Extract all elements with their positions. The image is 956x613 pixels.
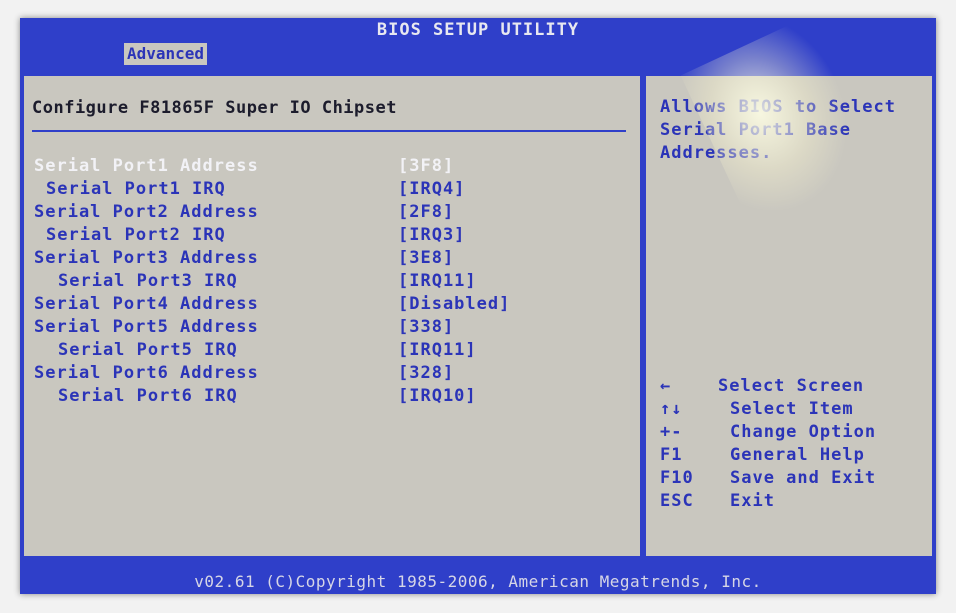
setting-label: Serial Port2 Address bbox=[34, 202, 259, 222]
settings-panel: Configure F81865F Super IO Chipset Seria… bbox=[24, 76, 640, 556]
plus-minus-key-icon: +- bbox=[660, 422, 683, 442]
setting-row-serial-port4-address[interactable]: Serial Port4 Address [Disabled] bbox=[24, 294, 640, 317]
setting-value[interactable]: [IRQ11] bbox=[398, 271, 477, 291]
key-description: Select Screen bbox=[718, 376, 865, 396]
up-down-arrow-key-icon: ↑↓ bbox=[660, 399, 683, 419]
setting-value[interactable]: [3F8] bbox=[398, 156, 454, 176]
setting-value[interactable]: [3E8] bbox=[398, 248, 454, 268]
setting-label: Serial Port4 Address bbox=[34, 294, 259, 314]
setting-value[interactable]: [IRQ3] bbox=[398, 225, 465, 245]
left-arrow-key-icon: ← bbox=[660, 376, 672, 396]
help-text: Allows BIOS to Select Serial Port1 Base … bbox=[660, 97, 896, 163]
setting-value[interactable]: [338] bbox=[398, 317, 454, 337]
setting-value[interactable]: [328] bbox=[398, 363, 454, 383]
setting-row-serial-port3-address[interactable]: Serial Port3 Address [3E8] bbox=[24, 248, 640, 271]
setting-label: Serial Port2 IRQ bbox=[46, 225, 226, 245]
setting-value[interactable]: [Disabled] bbox=[398, 294, 510, 314]
setting-label: Serial Port1 Address bbox=[34, 156, 259, 176]
setting-label: Serial Port1 IRQ bbox=[46, 179, 226, 199]
key-description: Exit bbox=[730, 491, 775, 511]
key-description: Change Option bbox=[730, 422, 877, 442]
setting-label: Serial Port3 Address bbox=[34, 248, 259, 268]
key-description: Save and Exit bbox=[730, 468, 877, 488]
setting-row-serial-port2-address[interactable]: Serial Port2 Address [2F8] bbox=[24, 202, 640, 225]
title-bar: BIOS SETUP UTILITY bbox=[20, 18, 936, 42]
key-legend-row: ESC Exit bbox=[660, 491, 930, 514]
f1-key-label: F1 bbox=[660, 445, 683, 465]
key-description: Select Item bbox=[730, 399, 854, 419]
setting-label: Serial Port5 Address bbox=[34, 317, 259, 337]
setting-value[interactable]: [IRQ10] bbox=[398, 386, 477, 406]
key-legend-row: ↑↓ Select Item bbox=[660, 399, 930, 422]
setting-value[interactable]: [IRQ4] bbox=[398, 179, 465, 199]
esc-key-label: ESC bbox=[660, 491, 694, 511]
key-legend-row: +- Change Option bbox=[660, 422, 930, 445]
tab-strip: Advanced bbox=[20, 42, 936, 66]
bios-screen: BIOS SETUP UTILITY Advanced Configure F8… bbox=[20, 18, 936, 594]
key-legend-row: F1 General Help bbox=[660, 445, 930, 468]
copyright-footer: v02.61 (C)Copyright 1985-2006, American … bbox=[20, 570, 936, 594]
setting-row-serial-port6-address[interactable]: Serial Port6 Address [328] bbox=[24, 363, 640, 386]
setting-row-serial-port3-irq[interactable]: Serial Port3 IRQ [IRQ11] bbox=[24, 271, 640, 294]
setting-label: Serial Port6 IRQ bbox=[58, 386, 238, 406]
setting-row-serial-port6-irq[interactable]: Serial Port6 IRQ [IRQ10] bbox=[24, 386, 640, 409]
setting-row-serial-port5-irq[interactable]: Serial Port5 IRQ [IRQ11] bbox=[24, 340, 640, 363]
setting-label: Serial Port5 IRQ bbox=[58, 340, 238, 360]
tab-advanced[interactable]: Advanced bbox=[124, 43, 208, 65]
setting-value[interactable]: [2F8] bbox=[398, 202, 454, 222]
setting-row-serial-port1-address[interactable]: Serial Port1 Address [3F8] bbox=[24, 156, 640, 179]
setting-label: Serial Port3 IRQ bbox=[58, 271, 238, 291]
help-panel: Allows BIOS to Select Serial Port1 Base … bbox=[646, 76, 932, 556]
f10-key-label: F10 bbox=[660, 468, 694, 488]
title-divider bbox=[32, 130, 626, 132]
setting-value[interactable]: [IRQ11] bbox=[398, 340, 477, 360]
setting-row-serial-port5-address[interactable]: Serial Port5 Address [338] bbox=[24, 317, 640, 340]
key-legend-row: F10 Save and Exit bbox=[660, 468, 930, 491]
setting-row-serial-port1-irq[interactable]: Serial Port1 IRQ [IRQ4] bbox=[24, 179, 640, 202]
setting-row-serial-port2-irq[interactable]: Serial Port2 IRQ [IRQ3] bbox=[24, 225, 640, 248]
key-legend-row: ← Select Screen bbox=[660, 376, 930, 399]
setting-label: Serial Port6 Address bbox=[34, 363, 259, 383]
main-frame: Configure F81865F Super IO Chipset Seria… bbox=[20, 66, 936, 570]
key-description: General Help bbox=[730, 445, 865, 465]
panel-title: Configure F81865F Super IO Chipset bbox=[32, 98, 397, 118]
